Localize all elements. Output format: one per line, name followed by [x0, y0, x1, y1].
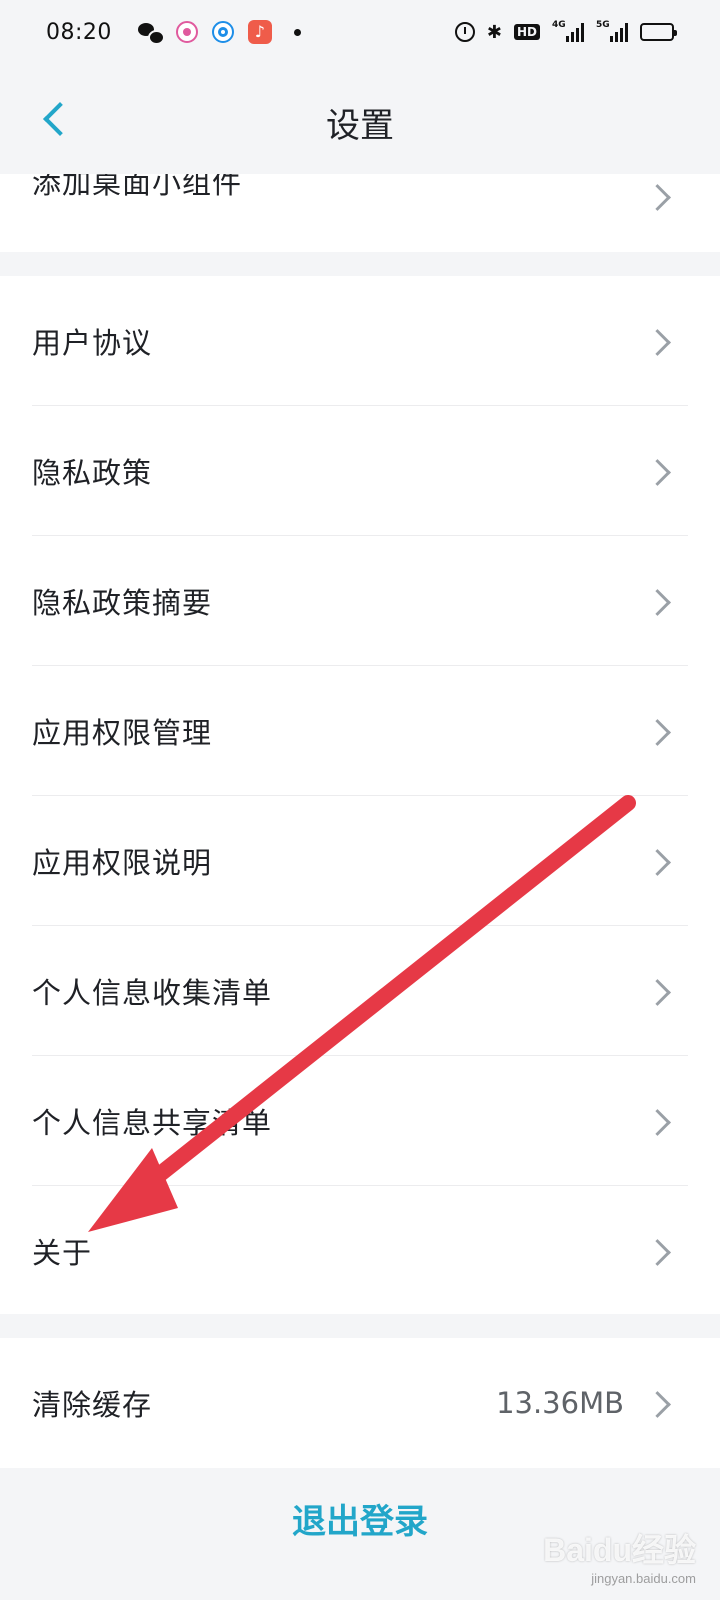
settings-item-privacy-summary[interactable]: 隐私政策摘要 [0, 536, 720, 666]
chevron-right-icon [648, 981, 668, 1001]
settings-item-label: 用户协议 [32, 326, 153, 360]
chevron-right-icon [648, 186, 668, 206]
settings-item-permission-management[interactable]: 应用权限管理 [0, 666, 720, 796]
chevron-right-icon [648, 461, 668, 481]
settings-item-label: 应用权限管理 [32, 716, 213, 750]
wechat-icon [137, 22, 165, 45]
signal-4g-label: 4G [552, 20, 566, 30]
alarm-icon [454, 22, 475, 42]
hd-icon: HD [513, 24, 540, 40]
settings-item-about[interactable]: 关于 [0, 1186, 720, 1316]
watermark: Baidu经验 jingyan.baidu.com [543, 1525, 696, 1586]
signal-4g-icon: 4G [552, 20, 584, 42]
settings-item-label: 个人信息收集清单 [32, 976, 273, 1010]
app-header: 设置 [0, 64, 720, 174]
watermark-url: jingyan.baidu.com [591, 1571, 696, 1586]
dot-icon [293, 28, 301, 36]
app-icon [211, 21, 234, 43]
settings-group-cache: 清除缓存 13.36MB [0, 1338, 720, 1468]
cache-size-value: 13.36MB [496, 1386, 624, 1420]
chevron-right-icon [648, 1111, 668, 1131]
settings-item-label: 个人信息共享清单 [32, 1106, 273, 1140]
watermark-logo: Baidu经验 [543, 1532, 696, 1568]
page-title: 设置 [326, 106, 394, 146]
status-time: 08:20 [46, 19, 112, 45]
settings-item-permission-description[interactable]: 应用权限说明 [0, 796, 720, 926]
chevron-right-icon [648, 591, 668, 611]
settings-item-label: 关于 [32, 1236, 93, 1270]
settings-group-legal: 用户协议 隐私政策 隐私政策摘要 应用权限管理 应用权限说明 个人信息收集清单 … [0, 276, 720, 1314]
settings-item-info-collection-list[interactable]: 个人信息收集清单 [0, 926, 720, 1056]
chevron-right-icon [648, 331, 668, 351]
settings-item-label: 清除缓存 [32, 1388, 153, 1422]
settings-item-clear-cache[interactable]: 清除缓存 13.36MB [0, 1338, 720, 1468]
chevron-right-icon [648, 721, 668, 741]
settings-item-label: 隐私政策 [32, 456, 153, 490]
battery-icon [640, 23, 677, 41]
settings-item-privacy-policy[interactable]: 隐私政策 [0, 406, 720, 536]
settings-item-user-agreement[interactable]: 用户协议 [0, 276, 720, 406]
chevron-right-icon [648, 1393, 668, 1413]
signal-5g-label: 5G [596, 20, 610, 30]
bluetooth-icon: ✱ [486, 21, 502, 43]
settings-item-label: 隐私政策摘要 [32, 586, 213, 620]
chevron-right-icon [648, 851, 668, 871]
app-icon [175, 21, 198, 43]
signal-5g-icon: 5G [596, 20, 628, 42]
settings-item-info-sharing-list[interactable]: 个人信息共享清单 [0, 1056, 720, 1186]
status-bar: 08:20 ♪ ✱ HD 4G 5G [0, 0, 720, 64]
music-icon: ♪ [247, 20, 272, 44]
system-icons: ✱ HD 4G 5G [454, 20, 677, 43]
settings-item-label: 应用权限说明 [32, 846, 213, 880]
chevron-right-icon [648, 1241, 668, 1261]
notification-icons: ♪ [137, 20, 301, 45]
